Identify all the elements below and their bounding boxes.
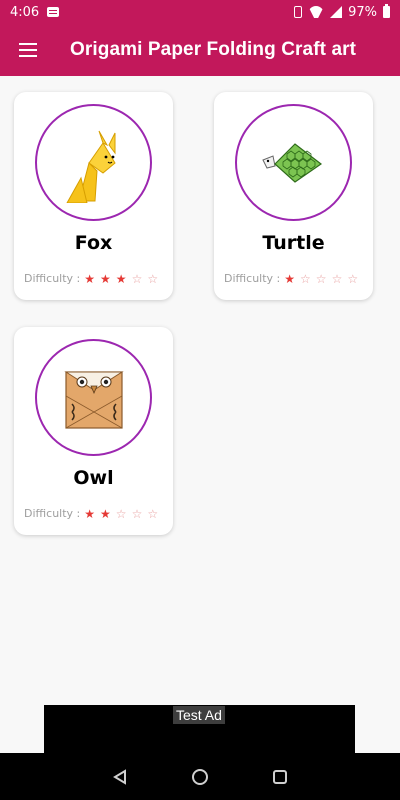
star-empty-icon: ☆: [131, 271, 143, 286]
difficulty-stars: ★ ★ ★ ☆ ☆: [84, 273, 158, 285]
card-turtle[interactable]: Turtle Difficulty : ★ ☆ ☆ ☆ ☆: [214, 92, 373, 300]
star-filled-icon: ★: [100, 271, 111, 286]
difficulty-label: Difficulty :: [224, 272, 281, 285]
star-filled-icon: ★: [115, 271, 127, 286]
star-empty-icon: ☆: [315, 271, 327, 286]
app-title: Origami Paper Folding Craft art: [70, 39, 357, 60]
vibrate-icon: [294, 6, 303, 18]
signal-icon: [330, 6, 343, 18]
difficulty-row: Difficulty : ★ ★ ★ ☆ ☆: [24, 272, 158, 285]
turtle-origami-icon: [261, 142, 322, 183]
card-title: Fox: [74, 232, 113, 254]
star-filled-icon: ★: [100, 506, 111, 521]
back-triangle-icon: [113, 768, 126, 785]
home-circle-icon: [192, 768, 208, 785]
difficulty-label: Difficulty :: [24, 507, 81, 520]
recents-button[interactable]: [265, 762, 295, 792]
recents-square-icon: [273, 769, 287, 784]
fox-origami-icon: [65, 130, 116, 203]
difficulty-label: Difficulty :: [24, 272, 81, 285]
star-filled-icon: ★: [84, 506, 96, 521]
star-filled-icon: ★: [284, 271, 296, 286]
status-bar: 4:06 97%: [0, 0, 400, 24]
card-fox[interactable]: Fox Difficulty : ★ ★ ★ ☆ ☆: [14, 92, 173, 300]
card-image-circle: [235, 104, 352, 221]
card-title: Turtle: [262, 232, 325, 254]
wifi-icon: [308, 6, 324, 18]
message-notification-icon: [47, 7, 60, 17]
app-bar: Origami Paper Folding Craft art: [0, 24, 400, 76]
card-image-circle: [35, 104, 152, 221]
owl-origami-icon: [63, 370, 124, 429]
menu-icon[interactable]: [0, 24, 56, 76]
status-time: 4:06: [10, 4, 40, 20]
system-nav-bar: [0, 753, 400, 800]
back-button[interactable]: [105, 762, 135, 792]
battery-icon: [383, 4, 390, 18]
card-image-circle: [35, 339, 152, 456]
card-title: Owl: [73, 467, 114, 489]
star-empty-icon: ☆: [300, 271, 311, 286]
difficulty-stars: ★ ★ ☆ ☆ ☆: [84, 508, 158, 520]
star-empty-icon: ☆: [347, 271, 359, 286]
difficulty-row: Difficulty : ★ ★ ☆ ☆ ☆: [24, 507, 158, 520]
star-empty-icon: ☆: [131, 506, 143, 521]
ad-label: Test Ad: [173, 706, 225, 724]
star-filled-icon: ★: [84, 271, 96, 286]
difficulty-row: Difficulty : ★ ☆ ☆ ☆ ☆: [224, 272, 358, 285]
star-empty-icon: ☆: [331, 271, 343, 286]
star-empty-icon: ☆: [115, 506, 127, 521]
card-owl[interactable]: Owl Difficulty : ★ ★ ☆ ☆ ☆: [14, 327, 173, 535]
home-button[interactable]: [185, 762, 215, 792]
battery-percent: 97%: [348, 4, 377, 20]
star-empty-icon: ☆: [147, 271, 159, 286]
star-empty-icon: ☆: [147, 506, 159, 521]
difficulty-stars: ★ ☆ ☆ ☆ ☆: [284, 273, 358, 285]
